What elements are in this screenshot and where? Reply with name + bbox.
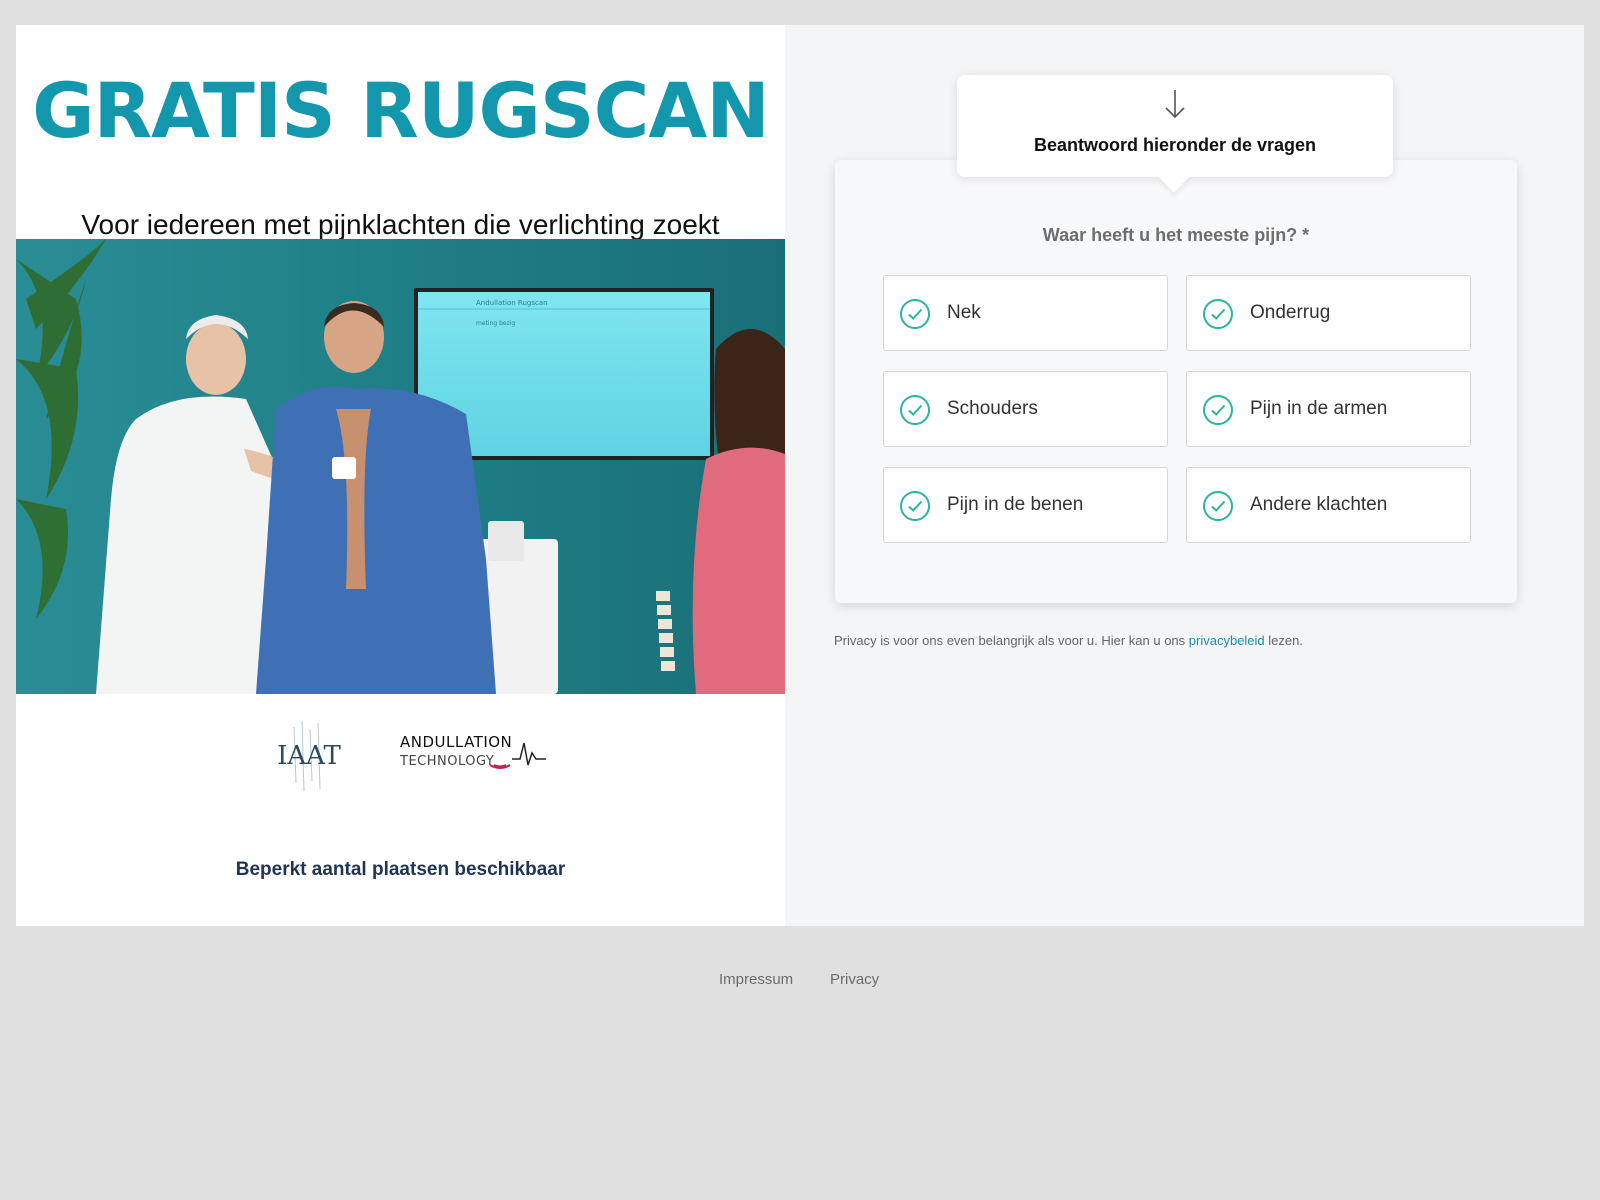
andullation-logo: ANDULLATION TECHNOLOGY	[400, 725, 550, 775]
privacy-note-end: lezen.	[1264, 633, 1303, 648]
option-andere-klachten[interactable]: Andere klachten	[1186, 467, 1471, 543]
option-label: Onderrug	[1250, 302, 1331, 323]
privacy-note-text: Privacy is voor ons even belangrijk als …	[834, 633, 1189, 648]
question-form: Waar heeft u het meeste pijn? * Nek Onde…	[835, 160, 1517, 603]
option-label: Nek	[947, 302, 981, 323]
option-label: Pijn in de benen	[947, 494, 1084, 515]
right-panel: Waar heeft u het meeste pijn? * Nek Onde…	[785, 25, 1584, 926]
iaat-logo: IAAT	[274, 721, 344, 791]
option-onderrug[interactable]: Onderrug	[1186, 275, 1471, 351]
arrow-down-icon	[1165, 90, 1185, 119]
left-panel: GRATIS RUGSCAN Voor iedereen met pijnkla…	[16, 25, 785, 926]
option-nek[interactable]: Nek	[883, 275, 1168, 351]
check-circle-icon	[900, 491, 930, 521]
check-circle-icon	[1203, 395, 1233, 425]
partner-logos: IAAT ANDULLATION TECHNOLOGY	[16, 713, 785, 803]
hero-photo: Andullation Rugscan meting bezig	[16, 239, 785, 694]
iaat-logo-text: IAAT	[277, 741, 341, 771]
hero-subtitle: Voor iedereen met pijnklachten die verli…	[81, 209, 720, 240]
andullation-logo-sub: TECHNOLOGY	[400, 754, 495, 769]
privacy-note: Privacy is voor ons even belangrijk als …	[834, 633, 1303, 648]
clinic-scene-illustration: Andullation Rugscan meting bezig	[16, 239, 785, 694]
limited-availability-text: Beperkt aantal plaatsen beschikbaar	[235, 859, 566, 880]
screen-title: Andullation Rugscan	[476, 299, 548, 307]
option-label: Andere klachten	[1250, 494, 1388, 515]
callout-text: Beantwoord hieronder de vragen	[1033, 135, 1317, 155]
instruction-callout: Beantwoord hieronder de vragen	[957, 75, 1393, 177]
footer-privacy-link[interactable]: Privacy	[830, 971, 879, 988]
option-schouders[interactable]: Schouders	[883, 371, 1168, 447]
hero-title: GRATIS RUGSCAN	[32, 66, 770, 155]
check-circle-icon	[900, 299, 930, 329]
footer-impressum-link[interactable]: Impressum	[719, 971, 793, 988]
andullation-wave-icon	[490, 742, 546, 769]
check-circle-icon	[1203, 491, 1233, 521]
page-card: GRATIS RUGSCAN Voor iedereen met pijnkla…	[16, 25, 1584, 926]
check-circle-icon	[900, 395, 930, 425]
privacy-policy-link[interactable]: privacybeleid	[1189, 633, 1265, 648]
option-pijn-in-de-benen[interactable]: Pijn in de benen	[883, 467, 1168, 543]
option-label: Schouders	[947, 398, 1038, 419]
screen-subtext: meting bezig	[476, 320, 515, 327]
check-circle-icon	[1203, 299, 1233, 329]
option-pijn-in-de-armen[interactable]: Pijn in de armen	[1186, 371, 1471, 447]
option-label: Pijn in de armen	[1250, 398, 1388, 419]
question-label: Waar heeft u het meeste pijn? *	[1042, 225, 1310, 245]
